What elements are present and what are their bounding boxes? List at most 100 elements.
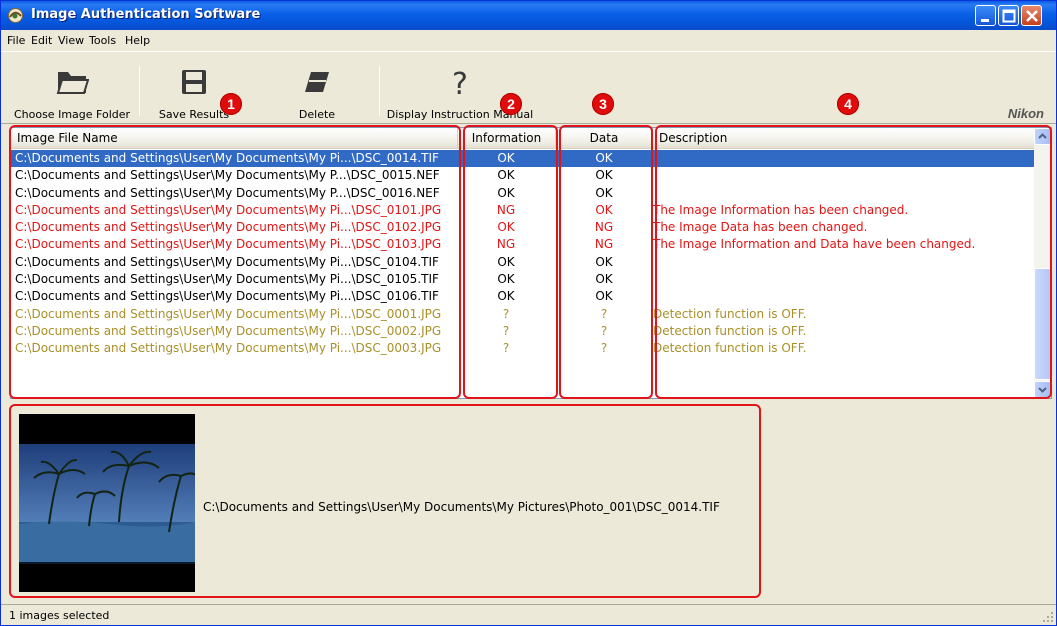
delete-button[interactable]: Delete [277,52,357,124]
description-cell [653,150,1033,167]
table-row[interactable]: C:\Documents and Settings\User\My Docume… [11,185,1035,202]
annotation-badge-1: 1 [220,93,242,115]
resize-grip-icon[interactable] [1042,611,1054,623]
information-cell: OK [497,185,515,200]
information-cell: OK [497,254,515,269]
description-cell: Detection function is OFF. [653,341,807,356]
file-name-cell: C:\Documents and Settings\User\My Docume… [15,237,442,252]
menu-help[interactable]: Help [125,34,150,47]
help-icon: ? [452,68,468,98]
file-name-cell: C:\Documents and Settings\User\My Docume… [15,202,442,217]
close-button[interactable] [1021,5,1042,26]
table-row[interactable]: C:\Documents and Settings\User\My Docume… [11,271,1035,288]
choose-image-folder-button[interactable]: Choose Image Folder [5,52,139,124]
eraser-icon [305,72,329,92]
description-cell [653,288,1033,305]
title-bar[interactable]: Image Authentication Software [1,1,1056,30]
toolbar-separator [139,66,140,116]
data-cell: NG [594,220,614,235]
list-rows: C:\Documents and Settings\User\My Docume… [11,150,1035,358]
file-list[interactable]: Image File Name Information Data Descrip… [10,127,1052,399]
folder-icon [56,72,89,94]
data-cell: ? [600,323,608,338]
annotation-badge-3: 3 [592,93,614,115]
information-cell: OK [497,168,515,183]
data-cell: OK [595,254,613,269]
information-cell: OK [497,151,515,165]
table-row[interactable]: C:\Documents and Settings\User\My Docume… [11,167,1035,184]
description-cell [653,254,1033,271]
table-row[interactable]: C:\Documents and Settings\User\My Docume… [11,340,1035,357]
information-cell: OK [497,272,515,287]
menu-file[interactable]: File [7,34,25,47]
annotation-badge-2: 2 [500,93,522,115]
scroll-thumb[interactable] [1034,268,1051,380]
window-title: Image Authentication Software [31,7,261,22]
chevron-up-icon [1038,133,1047,139]
table-row[interactable]: C:\Documents and Settings\User\My Docume… [11,219,1035,236]
preview-file-path: C:\Documents and Settings\User\My Docume… [203,500,720,514]
minimize-icon [981,19,989,22]
description-cell: Detection function is OFF. [653,306,807,321]
scroll-down-button[interactable] [1034,381,1051,398]
table-row[interactable]: C:\Documents and Settings\User\My Docume… [11,202,1035,219]
table-row[interactable]: C:\Documents and Settings\User\My Docume… [11,323,1035,340]
menu-view[interactable]: View [58,34,84,47]
information-cell: NG [496,202,516,217]
data-cell: OK [595,151,613,165]
palm-trees-photo [19,414,195,592]
information-cell: OK [497,289,515,304]
file-name-cell: C:\Documents and Settings\User\My Docume… [15,254,439,269]
table-row[interactable]: C:\Documents and Settings\User\My Docume… [11,150,1035,168]
minimize-button[interactable] [975,5,996,26]
file-name-cell: C:\Documents and Settings\User\My Docume… [15,151,439,165]
menu-edit[interactable]: Edit [31,34,52,47]
column-header-file-name[interactable]: Image File Name [11,128,458,149]
table-row[interactable]: C:\Documents and Settings\User\My Docume… [11,236,1035,253]
data-cell: ? [600,306,608,321]
information-cell: ? [502,341,510,356]
svg-text:?: ? [452,68,468,98]
description-cell [653,167,1033,184]
description-cell [653,185,1033,202]
menu-tools[interactable]: Tools [89,34,116,47]
close-icon [1026,10,1038,22]
scroll-up-button[interactable] [1034,128,1051,145]
data-cell: OK [595,272,613,287]
data-cell: OK [595,185,613,200]
data-cell: OK [595,168,613,183]
data-cell: NG [594,237,614,252]
data-cell: OK [595,202,613,217]
toolbar-separator [379,66,380,116]
choose-image-folder-label: Choose Image Folder [13,108,131,121]
table-row[interactable]: C:\Documents and Settings\User\My Docume… [11,254,1035,271]
column-header-information[interactable]: Information [458,128,556,149]
file-name-cell: C:\Documents and Settings\User\My Docume… [15,220,442,235]
app-icon [8,8,23,23]
file-name-cell: C:\Documents and Settings\User\My Docume… [15,168,440,183]
column-header-description[interactable]: Description [653,128,1035,149]
maximize-button[interactable] [998,5,1019,26]
information-cell: ? [502,323,510,338]
chevron-down-icon [1038,387,1047,393]
description-cell: Detection function is OFF. [653,323,807,338]
vertical-scrollbar[interactable] [1034,128,1051,398]
status-bar: 1 images selected [1,604,1056,625]
menu-bar: File Edit View Tools Help [1,30,1056,52]
list-header: Image File Name Information Data Descrip… [11,128,1035,149]
information-cell: NG [496,237,516,252]
delete-label: Delete [298,108,336,121]
column-header-data[interactable]: Data [556,128,653,149]
table-row[interactable]: C:\Documents and Settings\User\My Docume… [11,306,1035,323]
data-cell: ? [600,341,608,356]
file-name-cell: C:\Documents and Settings\User\My Docume… [15,306,442,321]
description-cell [653,271,1033,288]
annotation-badge-4: 4 [837,93,859,115]
status-text: 1 images selected [9,609,110,622]
save-icon [182,70,206,94]
table-row[interactable]: C:\Documents and Settings\User\My Docume… [11,288,1035,305]
file-name-cell: C:\Documents and Settings\User\My Docume… [15,323,442,338]
description-cell: The Image Information and Data have been… [653,237,976,252]
image-thumbnail[interactable] [19,414,195,592]
description-cell: The Image Data has been changed. [653,220,868,235]
